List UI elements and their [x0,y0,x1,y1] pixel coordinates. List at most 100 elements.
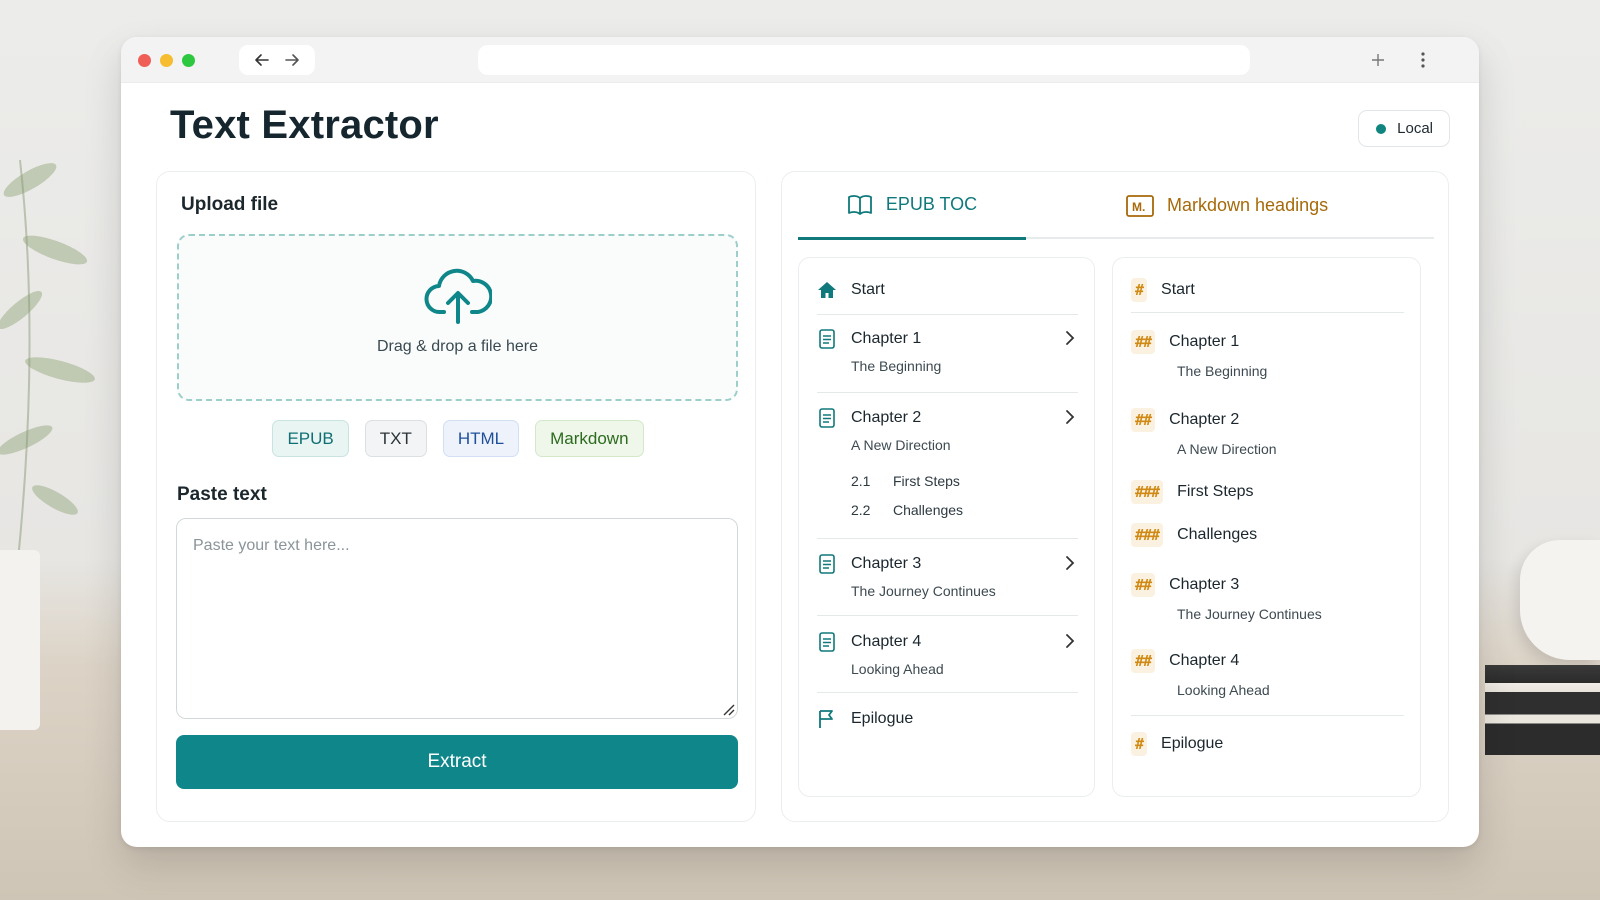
forward-arrow-icon[interactable] [281,49,303,71]
result-tabs: EPUB TOC M. Markdown headings [798,172,1434,240]
status-badge: Local [1358,110,1450,147]
toc-item-subtitle: The Beginning [851,358,942,374]
heading-level-marker: ## [1131,573,1156,597]
subsection-number: 2.2 [851,502,871,518]
md-heading-challenges[interactable]: ### Challenges [1131,523,1404,547]
toc-subsection-2-2[interactable]: 2.2 Challenges [851,502,963,518]
chevron-right-icon[interactable] [1062,409,1078,425]
md-heading-title: Challenges [1177,526,1258,543]
format-chips: EPUB TXT HTML Markdown [157,420,755,457]
results-panel: EPUB TOC M. Markdown headings Start Chap… [781,171,1449,822]
subsection-number: 2.1 [851,473,871,489]
page-title: Text Extractor [170,103,439,147]
toc-item-chapter-4[interactable]: Chapter 4 Looking Ahead [817,632,1078,677]
input-panel: Upload file Drag & drop a file here EPUB… [156,171,756,822]
divider [817,392,1078,393]
md-heading-chapter-1[interactable]: ## Chapter 1 The Beginning [1131,330,1404,379]
md-heading-subtitle: A New Direction [1177,441,1277,457]
format-chip-markdown[interactable]: Markdown [535,420,644,457]
md-heading-title: Chapter 3 [1169,576,1240,593]
toc-item-epilogue[interactable]: Epilogue [817,709,1078,729]
toc-item-chapter-1[interactable]: Chapter 1 The Beginning [817,329,1078,374]
md-heading-first-steps[interactable]: ### First Steps [1131,480,1404,504]
md-heading-start[interactable]: # Start [1131,278,1404,302]
md-heading-epilogue[interactable]: # Epilogue [1131,732,1404,756]
more-menu-icon[interactable] [1411,48,1435,72]
browser-toolbar [121,37,1479,83]
file-drop-zone[interactable]: Drag & drop a file here [177,234,738,401]
close-window-button[interactable] [138,54,151,67]
heading-level-marker: ## [1131,649,1156,673]
document-icon [817,554,837,574]
divider [817,538,1078,539]
md-heading-title: Chapter 2 [1169,411,1240,428]
format-chip-epub[interactable]: EPUB [272,420,349,457]
md-heading-chapter-3[interactable]: ## Chapter 3 The Journey Continues [1131,573,1404,622]
minimize-window-button[interactable] [160,54,173,67]
document-icon [817,408,837,428]
toc-item-label: Start [851,281,885,298]
md-heading-title: Epilogue [1161,735,1224,752]
md-heading-title: Chapter 1 [1169,333,1240,350]
toc-item-subtitle: Looking Ahead [851,661,944,677]
address-bar[interactable] [478,45,1250,75]
nav-buttons [239,45,315,75]
extract-button[interactable]: Extract [176,735,738,789]
status-dot-icon [1376,123,1387,134]
chevron-right-icon[interactable] [1062,330,1078,346]
back-arrow-icon[interactable] [251,49,273,71]
svg-text:M.: M. [1132,200,1145,214]
toc-item-label: Chapter 2 [851,409,922,426]
divider [1131,715,1404,716]
heading-level-marker: ### [1131,523,1164,547]
chevron-right-icon[interactable] [1062,633,1078,649]
paste-textarea[interactable] [176,518,738,719]
books-decoration [1485,665,1600,755]
divider [817,692,1078,693]
chevron-right-icon[interactable] [1062,555,1078,571]
tab-markdown-headings[interactable]: M. Markdown headings [1126,172,1328,239]
document-icon [817,329,837,349]
toc-item-chapter-3[interactable]: Chapter 3 The Journey Continues [817,554,1078,599]
md-heading-subtitle: The Beginning [1177,363,1268,379]
format-chip-html[interactable]: HTML [442,420,520,457]
book-icon [847,194,872,215]
toc-item-start[interactable]: Start [817,280,1078,300]
toc-item-label: Chapter 4 [851,633,922,650]
md-heading-title: Start [1161,281,1195,298]
cup-decoration [1520,540,1600,660]
md-heading-title: Chapter 4 [1169,652,1240,669]
status-badge-label: Local [1397,120,1433,137]
toc-item-subtitle: A New Direction [851,437,951,453]
md-heading-subtitle: Looking Ahead [1177,682,1270,698]
toc-item-label: Epilogue [851,710,914,727]
home-icon [817,280,837,300]
toc-item-label: Chapter 3 [851,555,922,572]
md-heading-chapter-2[interactable]: ## Chapter 2 A New Direction [1131,408,1404,457]
toc-subsection-2-1[interactable]: 2.1 First Steps [851,473,960,489]
divider [817,615,1078,616]
browser-window: Text Extractor Local Upload file Drag & … [121,37,1479,847]
paste-label: Paste text [177,484,267,505]
epub-toc-list: Start Chapter 1 The Beginning Chapter 2 … [798,257,1095,797]
new-tab-plus-icon[interactable] [1366,48,1390,72]
document-icon [817,632,837,652]
subsection-title: Challenges [893,502,964,518]
markdown-icon: M. [1126,194,1154,217]
md-heading-chapter-4[interactable]: ## Chapter 4 Looking Ahead [1131,649,1404,698]
drop-zone-text: Drag & drop a file here [377,338,538,355]
heading-level-marker: ## [1131,330,1156,354]
resize-grip-icon[interactable] [721,702,735,716]
tab-epub-toc-label: EPUB TOC [885,194,978,214]
upload-label: Upload file [181,194,279,215]
heading-level-marker: ### [1131,480,1164,504]
flag-icon [817,709,837,729]
format-chip-txt[interactable]: TXT [364,420,427,457]
maximize-window-button[interactable] [182,54,195,67]
tab-epub-toc[interactable]: EPUB TOC [798,172,1026,240]
toc-item-subtitle: The Journey Continues [851,583,996,599]
heading-level-marker: # [1131,278,1148,302]
pot-decoration [0,550,40,730]
subsection-title: First Steps [893,473,960,489]
toc-item-chapter-2[interactable]: Chapter 2 A New Direction [817,408,1078,453]
